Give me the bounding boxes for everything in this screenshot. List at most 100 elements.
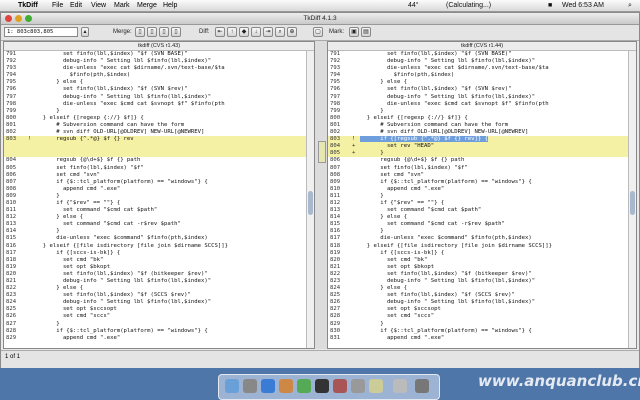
code-line[interactable]: 813 set command "$cmd cat -r$rev $path" [4,221,314,228]
merge-right-button[interactable]: ▯ [147,27,157,37]
right-scrollbar[interactable] [628,51,636,348]
spotlight-icon[interactable]: ⌕ [628,0,632,11]
code-line[interactable]: 817 if {[sccs-is-bk]} { [4,250,314,257]
code-line[interactable]: 795 } else { [4,79,314,86]
code-line[interactable]: 820 set cmd "bk" [328,257,636,264]
code-line[interactable]: 821 set opt $bkopt [328,264,636,271]
code-line[interactable]: 821 debug-info " Setting lbl $finfo(lbl,… [4,278,314,285]
code-line[interactable]: 799 } [4,108,314,115]
code-line[interactable]: 823 set finfo(lbl,$index) "$f (SCCS $rev… [4,292,314,299]
code-line[interactable]: 806 regsub {@\d+$} $f {} path [328,157,636,164]
code-line[interactable]: 827 } [4,321,314,328]
menu-edit[interactable]: Edit [70,0,82,11]
mark-set-button[interactable]: ▣ [349,27,359,37]
app-menu[interactable]: TkDiff [18,0,38,11]
code-line[interactable]: 807 if {$::tcl_platform(platform) == "wi… [4,179,314,186]
code-line[interactable]: 801 # Subversion command can have the fo… [4,122,314,129]
weather-temp[interactable]: 44° [408,0,419,11]
code-line[interactable]: 805 set finfo(lbl,$index) "$f" [4,165,314,172]
left-scrollbar[interactable] [306,51,314,348]
code-line[interactable]: 820 set finfo(lbl,$index) "$f (bitkeeper… [4,271,314,278]
code-line[interactable]: 811 set command "$cmd cat $path" [4,207,314,214]
code-line[interactable]: 819 if {[sccs-is-bk]} { [328,250,636,257]
code-line[interactable]: 796 set finfo(lbl,$index) "$f (SVN $rev)… [4,86,314,93]
code-line[interactable]: 793 die-unless "exec cat $dirname/.svn/t… [328,65,636,72]
code-line[interactable]: 810 append cmd ".exe" [328,186,636,193]
code-line[interactable]: 800 } elseif {[regexp {://} $f]} { [328,115,636,122]
minimize-icon[interactable] [15,15,22,22]
diff-map-marker[interactable] [318,141,326,163]
code-line[interactable]: 792 debug-info " Setting lbl $finfo(lbl,… [328,58,636,65]
code-line[interactable]: 828 set cmd "sccs" [328,313,636,320]
code-line[interactable]: 815 set command "$cmd cat -r$rev $path" [328,221,636,228]
menu-view[interactable]: View [91,0,106,11]
menu-help[interactable]: Help [163,0,177,11]
merge-both-button[interactable]: ▯ [159,27,169,37]
code-line[interactable]: 809 if {$::tcl_platform(platform) == "wi… [328,179,636,186]
code-line[interactable]: 816 } [328,228,636,235]
code-line[interactable]: 831 append cmd ".exe" [328,335,636,342]
code-line[interactable]: 796 set finfo(lbl,$index) "$f (SVN $rev)… [328,86,636,93]
code-line[interactable]: 827 set opt $sccsopt [328,306,636,313]
merge-reverse-button[interactable]: ▯ [171,27,181,37]
menu-mark[interactable]: Mark [114,0,130,11]
terminal-icon[interactable] [315,379,329,393]
prev-diff-button[interactable]: ▴ [81,27,89,37]
code-line[interactable]: 808 append cmd ".exe" [4,186,314,193]
code-line[interactable]: 812 if {"$rev" == ""} { [328,200,636,207]
code-line[interactable]: 800 } elseif {[regexp {://} $f]} { [4,115,314,122]
code-line[interactable]: 810 if {"$rev" == ""} { [4,200,314,207]
trash-icon[interactable] [415,379,429,393]
code-line[interactable]: 802 # svn diff OLD-URL[@OLDREV] NEW-URL[… [328,129,636,136]
code-line[interactable]: 791 set finfo(lbl,$index) "$f (SVN BASE)… [4,51,314,58]
clock[interactable]: Wed 6:53 AM [562,0,604,11]
tkdiff-dock-icon[interactable] [369,379,383,393]
menu-file[interactable]: File [52,0,63,11]
code-line[interactable]: 819 set opt $bkopt [4,264,314,271]
code-line[interactable]: 797 debug-info " Setting lbl $finfo(lbl,… [4,94,314,101]
left-code-lines[interactable]: 791 set finfo(lbl,$index) "$f (SVN BASE)… [4,51,314,342]
documents-icon[interactable] [393,379,407,393]
code-line[interactable]: 807 set finfo(lbl,$index) "$f" [328,165,636,172]
code-line[interactable]: 801 # Subversion command can have the fo… [328,122,636,129]
zoom-button[interactable]: ⊕ [287,27,297,37]
code-line[interactable]: 791 set finfo(lbl,$index) "$f (SVN BASE)… [328,51,636,58]
code-line[interactable]: 814 } else { [328,214,636,221]
right-scroll-thumb[interactable] [630,191,635,215]
code-line[interactable]: 792 debug-info " Setting lbl $finfo(lbl,… [4,58,314,65]
code-line[interactable]: 803! regsub {^.*@} $f {} rev [4,136,314,144]
zoom-icon[interactable] [25,15,32,22]
code-line[interactable]: 805 + } [328,150,636,158]
code-line[interactable]: 818 set cmd "bk" [4,257,314,264]
ichat-icon[interactable] [297,379,311,393]
code-line[interactable]: 804 regsub {@\d+$} $f {} path [4,157,314,164]
code-line[interactable]: 794 $finfo(pth,$index) [328,72,636,79]
code-line[interactable]: 826 set cmd "sccs" [4,313,314,320]
preferences-icon[interactable] [351,379,365,393]
code-line[interactable]: 817 die-unless "exec $command" $finfo(pt… [328,235,636,242]
code-line[interactable] [4,150,314,158]
code-line[interactable]: 822 set finfo(lbl,$index) "$f (bitkeeper… [328,271,636,278]
left-file-pane[interactable]: tkdiff (CVS r1.43) 791 set finfo(lbl,$in… [3,41,315,349]
code-line[interactable]: 823 debug-info " Setting lbl $finfo(lbl,… [328,278,636,285]
code-line[interactable]: 822 } else { [4,285,314,292]
code-line[interactable]: 829 } [328,321,636,328]
code-line[interactable]: 813 set command "$cmd cat $path" [328,207,636,214]
code-line[interactable]: 826 debug-info " Setting lbl $finfo(lbl,… [328,299,636,306]
menu-merge[interactable]: Merge [137,0,157,11]
right-code-lines[interactable]: 791 set finfo(lbl,$index) "$f (SVN BASE)… [328,51,636,342]
search-button[interactable]: ⌕ [275,27,285,37]
left-scroll-thumb[interactable] [308,191,313,215]
code-line[interactable]: 811 } [328,193,636,200]
code-line[interactable]: 798 die-unless "exec $cmd cat $svnopt $f… [328,101,636,108]
code-line[interactable]: 830 if {$::tcl_platform(platform) == "wi… [328,328,636,335]
first-diff-button[interactable]: ⇤ [215,27,225,37]
clear-mark-button[interactable]: ▢ [313,27,323,37]
code-line[interactable]: 802 # svn diff OLD-URL[@OLDREV] NEW-URL[… [4,129,314,136]
right-file-pane[interactable]: tkdiff (CVS r1.44) 791 set finfo(lbl,$in… [327,41,637,349]
code-line[interactable]: 799 } [328,108,636,115]
code-line[interactable]: 828 if {$::tcl_platform(platform) == "wi… [4,328,314,335]
code-line[interactable]: 795 } else { [328,79,636,86]
code-line[interactable]: 798 die-unless "exec $cmd cat $svnopt $f… [4,101,314,108]
last-diff-button[interactable]: ⇥ [263,27,273,37]
